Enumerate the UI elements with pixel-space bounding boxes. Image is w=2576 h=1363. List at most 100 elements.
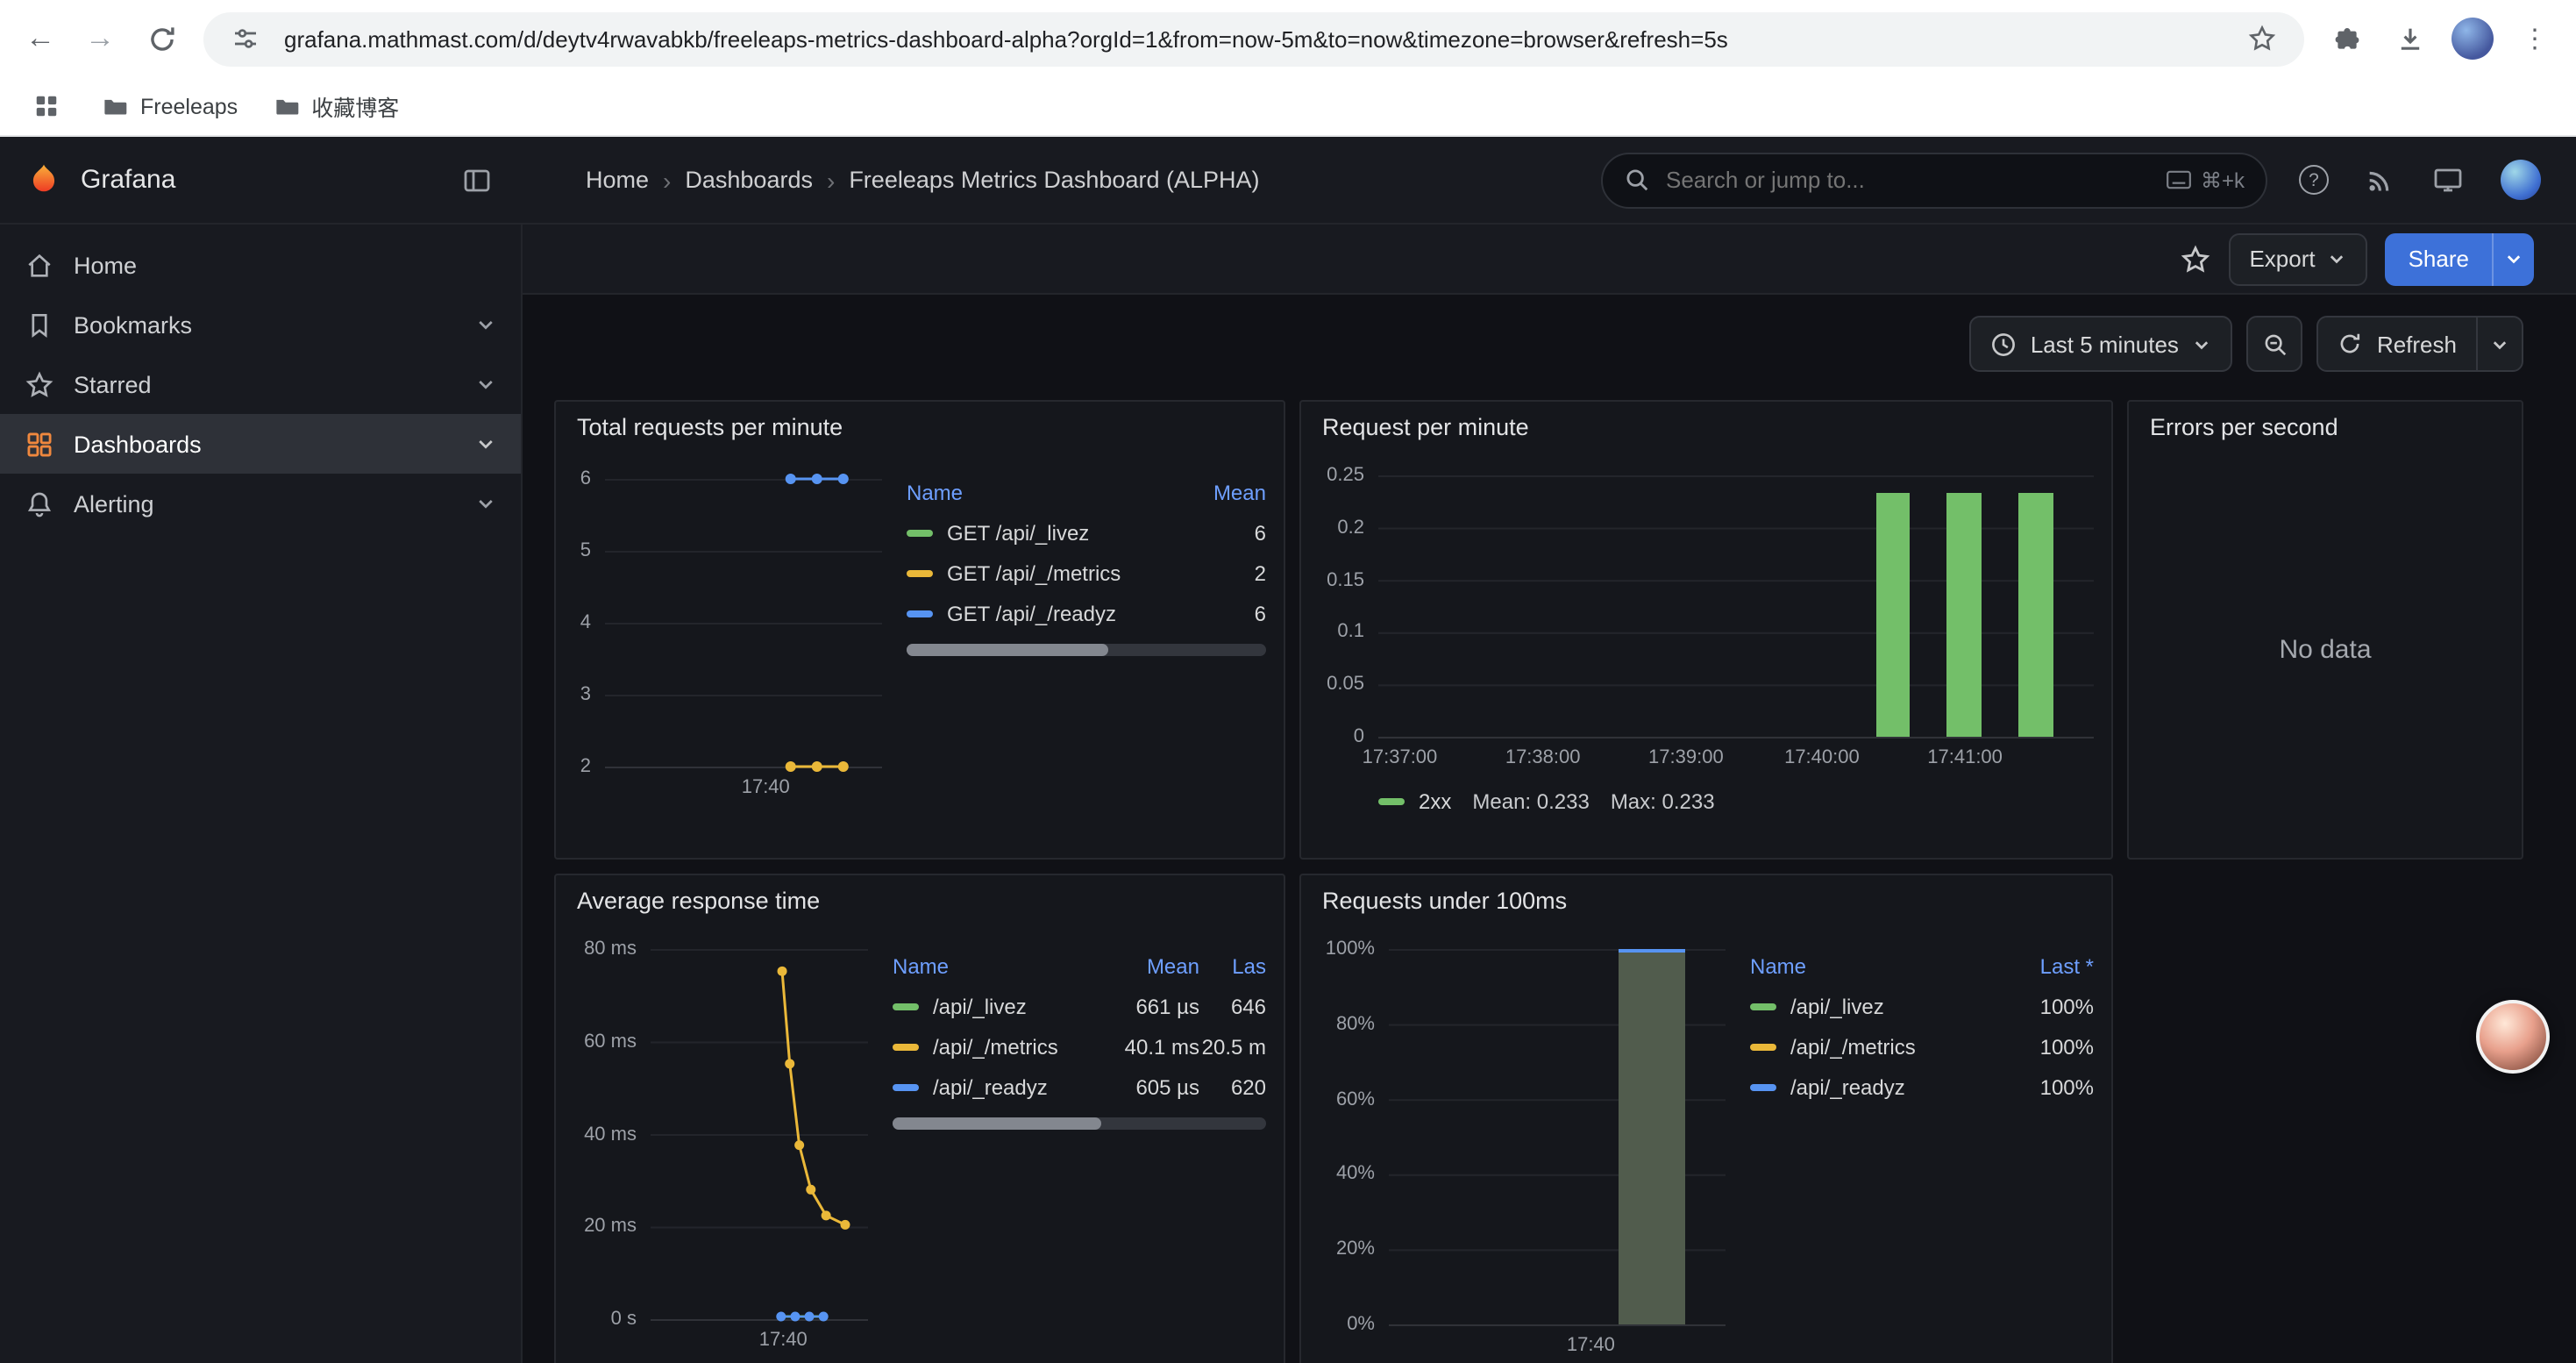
chevron-down-icon[interactable] <box>475 314 496 335</box>
panel-title[interactable]: Average response time <box>556 875 1284 914</box>
site-settings-icon[interactable] <box>224 18 267 60</box>
floating-assistant-avatar[interactable] <box>2476 1000 2550 1074</box>
breadcrumb-current: Freeleaps Metrics Dashboard (ALPHA) <box>849 167 1259 193</box>
panel-total-requests: Total requests per minute 6 5 4 3 2 <box>554 400 1285 860</box>
panel-title[interactable]: Request per minute <box>1301 402 2111 440</box>
browser-profile-avatar[interactable] <box>2451 18 2494 60</box>
share-button[interactable]: Share <box>2386 232 2492 285</box>
sidebar-item-starred[interactable]: Starred <box>0 354 521 414</box>
panel-row-2: Average response time 80 ms 60 ms 40 ms … <box>554 874 2523 1363</box>
scrollbar-thumb[interactable] <box>907 644 1108 656</box>
search-input[interactable] <box>1666 167 2150 193</box>
bar-2xx[interactable] <box>1947 493 1982 737</box>
breadcrumb-home[interactable]: Home <box>586 167 649 193</box>
zoom-out-button[interactable] <box>2247 316 2303 372</box>
bar-under-100ms[interactable] <box>1618 949 1685 1324</box>
sidebar-item-dashboards[interactable]: Dashboards <box>0 414 521 474</box>
legend-series[interactable]: GET /api/_/readyz <box>907 593 1175 633</box>
plot-area[interactable]: 0.25 0.2 0.15 0.1 0.05 0 <box>1378 475 2094 739</box>
url-bar[interactable] <box>203 11 2304 66</box>
total-requests-chart: 6 5 4 3 2 <box>573 451 882 858</box>
series-color-swatch <box>907 569 933 576</box>
legend-header-last[interactable]: Last * <box>1992 946 2094 986</box>
series-color-swatch <box>893 1083 919 1090</box>
legend-series[interactable]: 2xx <box>1378 789 1451 814</box>
bookmarks-bar: Freeleaps 收藏博客 <box>0 77 2576 137</box>
legend-header-mean[interactable]: Mean <box>1175 472 1266 512</box>
y-tick: 0% <box>1347 1314 1375 1335</box>
y-tick: 80 ms <box>584 938 637 960</box>
legend: Name Mean Las /api/_livez 661 µs 646 /ap… <box>893 924 1266 1363</box>
bookmark-folder-freeleaps[interactable]: Freeleaps <box>102 93 238 119</box>
extensions-icon[interactable] <box>2325 18 2367 60</box>
panel-title[interactable]: Requests under 100ms <box>1301 875 2111 914</box>
legend-series[interactable]: /api/_/metrics <box>893 1026 1098 1067</box>
legend-header-name[interactable]: Name <box>893 946 1098 986</box>
legend-header-name[interactable]: Name <box>1750 946 1992 986</box>
screen: ← → ⋮ <box>0 0 2576 1363</box>
url-input[interactable] <box>284 25 2224 52</box>
apps-grid-icon[interactable] <box>25 85 67 127</box>
star-icon <box>25 369 54 399</box>
legend: Name Last * /api/_livez 100% /api/_/metr… <box>1750 924 2094 1363</box>
plot-area[interactable]: 80 ms 60 ms 40 ms 20 ms 0 s <box>651 949 868 1321</box>
grafana-logo-icon[interactable] <box>25 161 63 199</box>
legend-header-mean[interactable]: Mean <box>1098 946 1199 986</box>
y-tick: 60 ms <box>584 1031 637 1053</box>
share-menu-button[interactable] <box>2492 232 2534 285</box>
legend-scrollbar[interactable] <box>893 1117 1266 1130</box>
favorite-star-icon[interactable] <box>2179 243 2210 275</box>
sidebar-item-home[interactable]: Home <box>0 235 521 295</box>
legend-series[interactable]: /api/_/metrics <box>1750 1026 1992 1067</box>
grafana-header-left: Grafana <box>0 159 523 201</box>
legend-series[interactable]: /api/_livez <box>1750 986 1992 1026</box>
refresh-button[interactable]: Refresh <box>2319 318 2476 370</box>
legend-series[interactable]: /api/_readyz <box>1750 1067 1992 1107</box>
legend-scrollbar[interactable] <box>907 644 1266 656</box>
bookmark-folder-blog[interactable]: 收藏博客 <box>273 89 399 123</box>
chevron-down-icon[interactable] <box>475 433 496 454</box>
bookmark-star-icon[interactable] <box>2241 18 2283 60</box>
chevron-down-icon[interactable] <box>475 374 496 395</box>
export-button[interactable]: Export <box>2228 232 2367 285</box>
legend-series[interactable]: /api/_livez <box>893 986 1098 1026</box>
x-tick: 17:37:00 <box>1363 747 1438 768</box>
time-range-label: Last 5 minutes <box>2031 331 2179 357</box>
legend-series[interactable]: /api/_readyz <box>893 1067 1098 1107</box>
zoom-out-icon <box>2262 331 2288 357</box>
dock-sidebar-icon[interactable] <box>456 159 498 201</box>
browser-menu-icon[interactable]: ⋮ <box>2515 23 2555 54</box>
legend-header-last[interactable]: Las <box>1199 946 1266 986</box>
chevron-right-icon: › <box>663 166 671 194</box>
request-per-minute-chart: 0.25 0.2 0.15 0.1 0.05 0 <box>1319 451 2094 858</box>
help-icon[interactable]: ? <box>2299 165 2329 195</box>
scrollbar-thumb[interactable] <box>893 1117 1102 1130</box>
legend-series[interactable]: GET /api/_livez <box>907 512 1175 553</box>
chevron-down-icon[interactable] <box>475 493 496 514</box>
x-tick: 17:39:00 <box>1648 747 1724 768</box>
time-range-picker[interactable]: Last 5 minutes <box>1969 316 2233 372</box>
sidebar-item-alerting[interactable]: Alerting <box>0 474 521 533</box>
bar-2xx[interactable] <box>1875 493 1910 737</box>
search-box[interactable]: ⌘+k <box>1601 152 2267 208</box>
browser-back-icon[interactable]: ← <box>21 21 60 56</box>
legend-header-name[interactable]: Name <box>907 472 1175 512</box>
breadcrumb-dashboards[interactable]: Dashboards <box>685 167 813 193</box>
bar-2xx[interactable] <box>2018 493 2053 737</box>
rss-news-icon[interactable] <box>2366 165 2395 195</box>
downloads-icon[interactable] <box>2388 18 2430 60</box>
monitor-icon[interactable] <box>2432 165 2464 195</box>
refresh-interval-button[interactable] <box>2476 318 2522 370</box>
plot-area[interactable]: 6 5 4 3 2 <box>605 479 882 768</box>
panel-title[interactable]: Total requests per minute <box>556 402 1284 440</box>
grafana-profile-avatar[interactable] <box>2501 160 2541 200</box>
dashboards-grid-icon <box>25 429 54 459</box>
legend-value: 6 <box>1175 593 1266 633</box>
plot-area[interactable]: 100% 80% 60% 40% 20% 0% <box>1389 949 1726 1326</box>
bookmark-label: Freeleaps <box>140 94 238 118</box>
legend-series[interactable]: GET /api/_/metrics <box>907 553 1175 593</box>
browser-forward-icon[interactable]: → <box>81 21 119 56</box>
panel-title[interactable]: Errors per second <box>2129 402 2522 440</box>
browser-reload-icon[interactable] <box>140 18 182 60</box>
sidebar-item-bookmarks[interactable]: Bookmarks <box>0 295 521 354</box>
